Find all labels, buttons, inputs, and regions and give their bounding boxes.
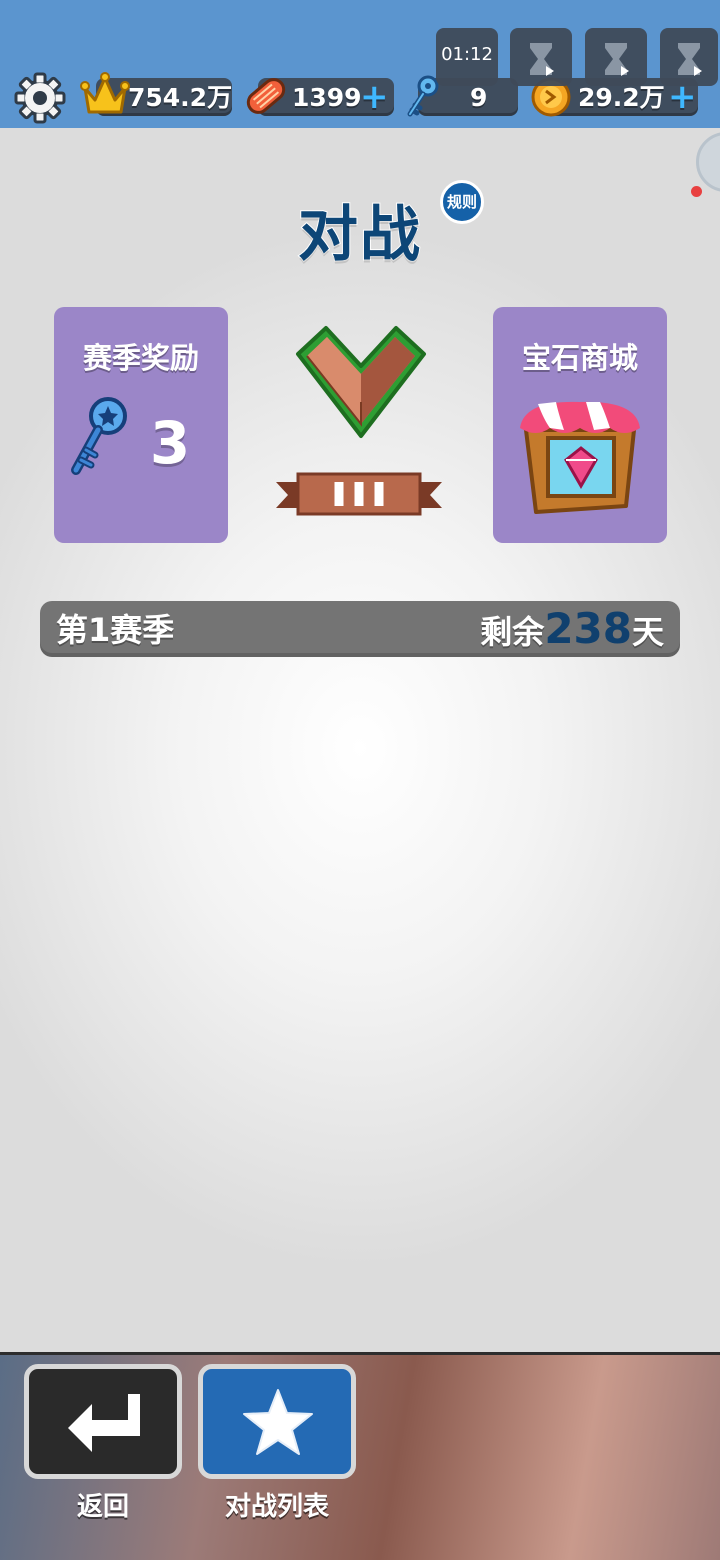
season-reward-title: 赛季奖励 <box>82 341 199 375</box>
tier-bar <box>334 482 344 506</box>
add-coins-plus-button[interactable]: + <box>668 80 697 114</box>
settings-gear-icon[interactable] <box>14 72 66 124</box>
tier-bar <box>354 482 364 506</box>
rank-tier-ribbon-icon <box>276 472 442 516</box>
page-title: 对战 <box>297 199 422 271</box>
hourglass-play-icon <box>605 43 629 76</box>
return-arrow-icon <box>68 1394 140 1452</box>
notification-dot <box>691 186 702 197</box>
season-reward-key-count: 3 <box>149 409 191 477</box>
ticket-count: 1399 <box>292 83 362 112</box>
gem-shop-stall-icon <box>520 401 640 514</box>
coin-count: 29.2万 <box>578 83 665 112</box>
key-count: 9 <box>470 83 488 112</box>
battle-list-button-label: 对战列表 <box>224 1492 329 1522</box>
remaining-days: 238 <box>544 604 632 653</box>
hourglass-play-icon <box>678 43 702 76</box>
remaining-prefix: 剩余 <box>480 613 545 651</box>
season-remaining: 剩余238天 <box>480 606 664 661</box>
crown-count: 754.2万 <box>128 83 233 112</box>
add-tickets-plus-button[interactable]: + <box>360 80 389 114</box>
bronze-chevron-icon[interactable] <box>290 320 432 446</box>
back-button-label: 返回 <box>76 1492 129 1522</box>
crown-icon <box>80 72 130 114</box>
timer-text: 01:12 <box>441 44 493 65</box>
blue-key-icon <box>71 397 127 475</box>
rules-button[interactable]: 规则 <box>440 180 484 224</box>
remaining-suffix: 天 <box>631 613 664 651</box>
hourglass-play-icon <box>530 43 554 76</box>
hoverboard-ticket-icon <box>246 78 286 114</box>
gem-shop-title: 宝石商城 <box>521 341 638 375</box>
star-icon <box>243 1389 313 1455</box>
season-name: 第1赛季 <box>56 611 175 649</box>
tier-bar <box>374 482 384 506</box>
